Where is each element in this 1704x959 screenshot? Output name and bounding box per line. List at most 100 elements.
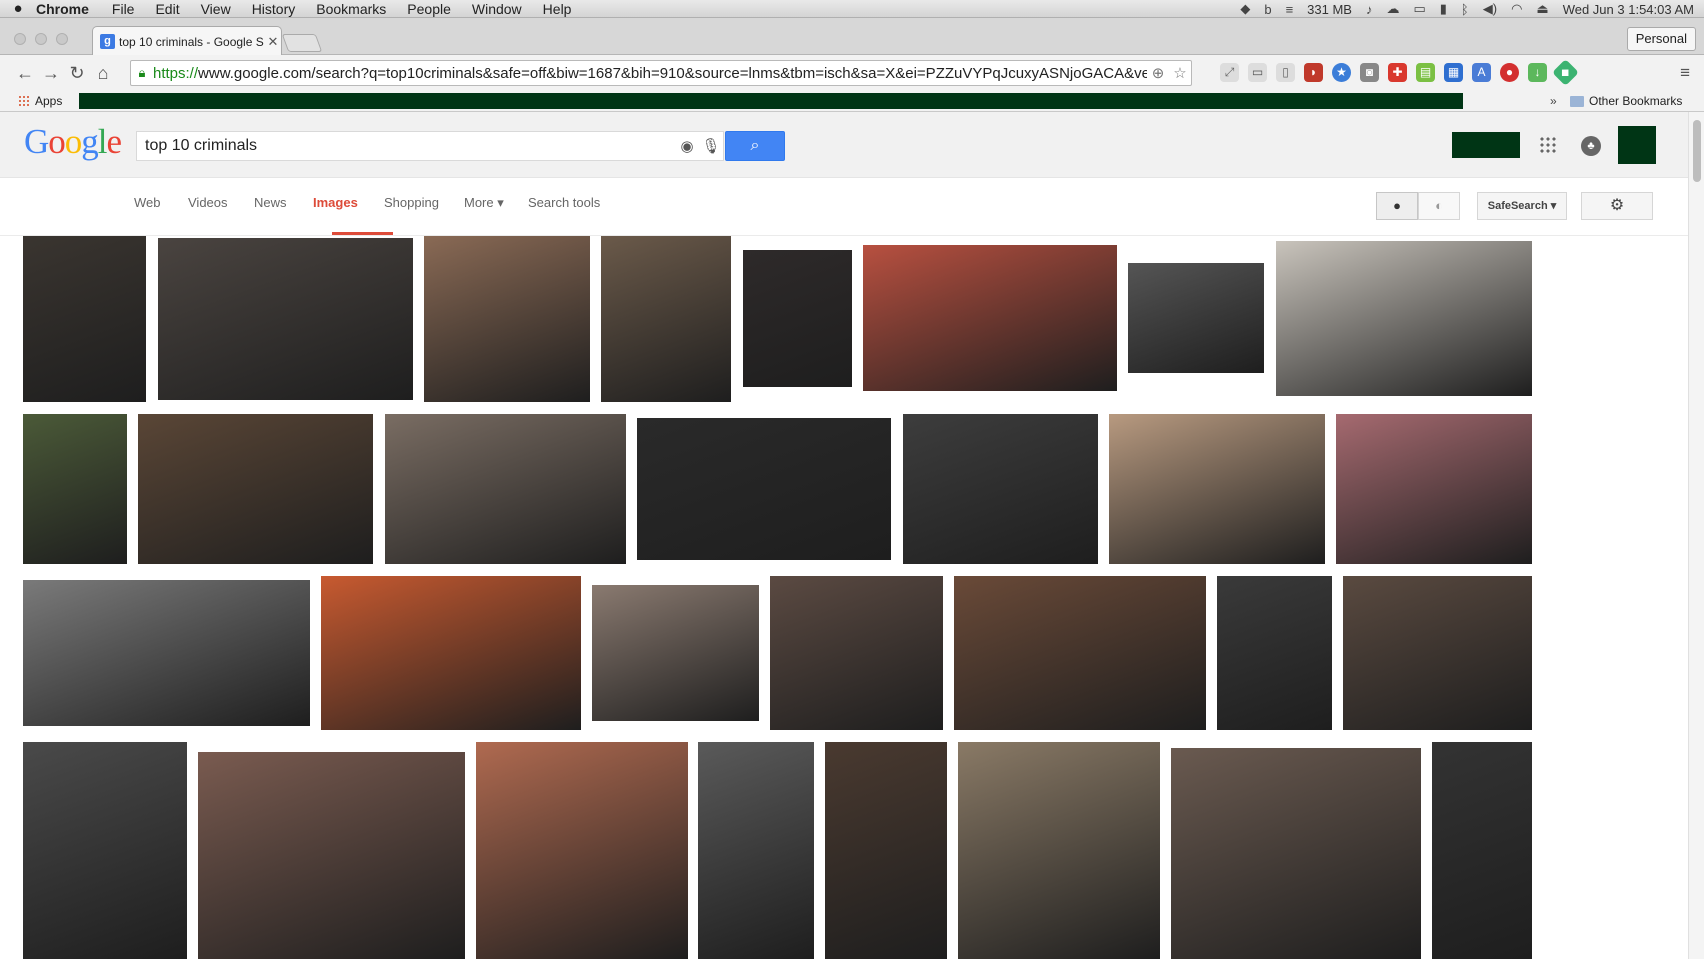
scrollbar-thumb[interactable] [1693, 120, 1701, 182]
image-result[interactable] [321, 576, 581, 730]
address-bar[interactable]: 🔒︎ https:// www.google.com/search?q=top1… [130, 60, 1192, 86]
chrome-menu-icon[interactable]: ≡ [1680, 63, 1690, 83]
ext-calendar-icon[interactable]: ▦ [1444, 63, 1463, 82]
search-button[interactable]: ⌕ [725, 131, 785, 161]
safesearch-button[interactable]: SafeSearch ▾ [1477, 192, 1567, 220]
tab-images[interactable]: Images [313, 195, 358, 210]
image-result[interactable] [1171, 748, 1421, 959]
volume-icon[interactable]: ◀) [1483, 1, 1497, 17]
tab-shopping[interactable]: Shopping [384, 195, 439, 210]
battery-icon[interactable]: ▮ [1440, 1, 1447, 17]
bookmark-apps[interactable]: Apps [18, 94, 62, 108]
image-result[interactable] [863, 245, 1117, 391]
microphone-icon[interactable]: 🎙︎ [699, 137, 723, 155]
bluetooth-icon[interactable]: ᛒ [1461, 2, 1469, 17]
menu-edit[interactable]: Edit [155, 1, 179, 17]
ext-star-icon[interactable]: ★ [1332, 63, 1351, 82]
google-logo[interactable]: Google [24, 122, 122, 162]
memory-readout[interactable]: 331 MB [1307, 2, 1352, 17]
image-result[interactable] [958, 742, 1160, 959]
image-result[interactable] [954, 576, 1206, 730]
cloud-icon[interactable]: ☁ [1386, 1, 1399, 17]
bookmark-other[interactable]: Other Bookmarks [1570, 94, 1682, 108]
google-apps-icon[interactable] [1539, 136, 1557, 154]
image-result[interactable] [1432, 742, 1532, 959]
image-result[interactable] [1109, 414, 1325, 564]
bookmark-star-icon[interactable]: ☆ [1169, 64, 1191, 82]
image-result[interactable] [601, 236, 731, 402]
profile-button[interactable]: Personal [1626, 27, 1696, 51]
memory-icon[interactable]: ≡ [1286, 2, 1294, 17]
ext-resize-icon[interactable]: ⤢ [1220, 63, 1239, 82]
image-result[interactable] [698, 742, 814, 959]
image-result[interactable] [23, 742, 187, 959]
image-result[interactable] [592, 585, 759, 721]
image-result[interactable] [198, 752, 465, 959]
image-result[interactable] [825, 742, 947, 959]
ext-couch-icon[interactable]: ◗ [1304, 63, 1323, 82]
page-scrollbar[interactable] [1688, 112, 1704, 959]
zoom-window-button[interactable] [56, 33, 68, 45]
image-result[interactable] [23, 236, 146, 402]
image-result[interactable] [1128, 263, 1264, 373]
redacted-account-name[interactable] [1452, 132, 1520, 158]
image-result[interactable] [476, 742, 688, 959]
image-result[interactable] [138, 414, 373, 564]
hide-personal-results-button[interactable]: ◐ [1418, 192, 1460, 220]
menu-help[interactable]: Help [543, 1, 572, 17]
image-result[interactable] [424, 236, 590, 402]
ext-stop-icon[interactable]: ● [1500, 63, 1519, 82]
minimize-window-button[interactable] [35, 33, 47, 45]
close-window-button[interactable] [14, 33, 26, 45]
settings-button[interactable]: ⚙ [1581, 192, 1653, 220]
image-result[interactable] [1276, 241, 1532, 396]
image-result[interactable] [1336, 414, 1532, 564]
bookmarks-overflow-icon[interactable]: » [1550, 94, 1557, 108]
image-result[interactable] [23, 580, 310, 726]
eject-icon[interactable]: ⏏ [1536, 1, 1548, 17]
ext-chat-icon[interactable]: ▤ [1416, 63, 1435, 82]
ext-cast-icon[interactable]: ▭ [1248, 63, 1267, 82]
image-result[interactable] [743, 250, 852, 387]
image-result[interactable] [23, 414, 127, 564]
close-tab-icon[interactable]: ✕ [265, 34, 281, 50]
image-result[interactable] [1217, 576, 1332, 730]
airplay-icon[interactable]: ▭ [1413, 1, 1425, 17]
ext-diamond-icon[interactable]: ◆ [1552, 59, 1579, 86]
tab-videos[interactable]: Videos [188, 195, 228, 210]
search-query[interactable]: top 10 criminals [145, 137, 675, 155]
search-input[interactable]: top 10 criminals ◉ 🎙︎ [136, 131, 724, 161]
menu-history[interactable]: History [252, 1, 296, 17]
camera-icon[interactable]: ◉ [675, 137, 699, 155]
menu-app-name[interactable]: Chrome [36, 1, 89, 17]
tab-news[interactable]: News [254, 195, 287, 210]
ext-camera-icon[interactable]: ◙ [1360, 63, 1379, 82]
back-icon[interactable]: ← [12, 63, 38, 84]
image-result[interactable] [1343, 576, 1532, 730]
redacted-avatar[interactable] [1618, 126, 1656, 164]
image-result[interactable] [903, 414, 1098, 564]
ext-trash-icon[interactable]: ▯ [1276, 63, 1295, 82]
ext-translate-icon[interactable]: A [1472, 63, 1491, 82]
menu-window[interactable]: Window [472, 1, 522, 17]
tab-web[interactable]: Web [134, 195, 161, 210]
image-result[interactable] [158, 238, 413, 400]
forward-icon[interactable]: → [38, 63, 64, 84]
reload-icon[interactable]: ↻ [64, 63, 90, 84]
tab-more[interactable]: More ▾ [464, 195, 504, 211]
ext-download-icon[interactable]: ↓ [1528, 63, 1547, 82]
bell-icon[interactable]: ♪ [1366, 2, 1373, 17]
wifi-icon[interactable]: ◠ [1511, 1, 1522, 17]
notifications-icon[interactable]: ♣ [1581, 136, 1601, 156]
ext-puzzle-icon[interactable]: ✚ [1388, 63, 1407, 82]
image-result[interactable] [770, 576, 943, 730]
translate-icon[interactable]: ⊕ [1147, 64, 1169, 82]
menu-people[interactable]: People [407, 1, 451, 17]
image-result[interactable] [637, 418, 891, 560]
personal-results-button[interactable]: ● [1376, 192, 1418, 220]
b-icon[interactable]: b [1264, 2, 1271, 17]
menu-bookmarks[interactable]: Bookmarks [316, 1, 386, 17]
tab-search-tools[interactable]: Search tools [528, 195, 600, 210]
browser-tab[interactable]: g top 10 criminals - Google S ✕ [92, 26, 282, 56]
apple-icon[interactable]: ● [0, 0, 36, 17]
